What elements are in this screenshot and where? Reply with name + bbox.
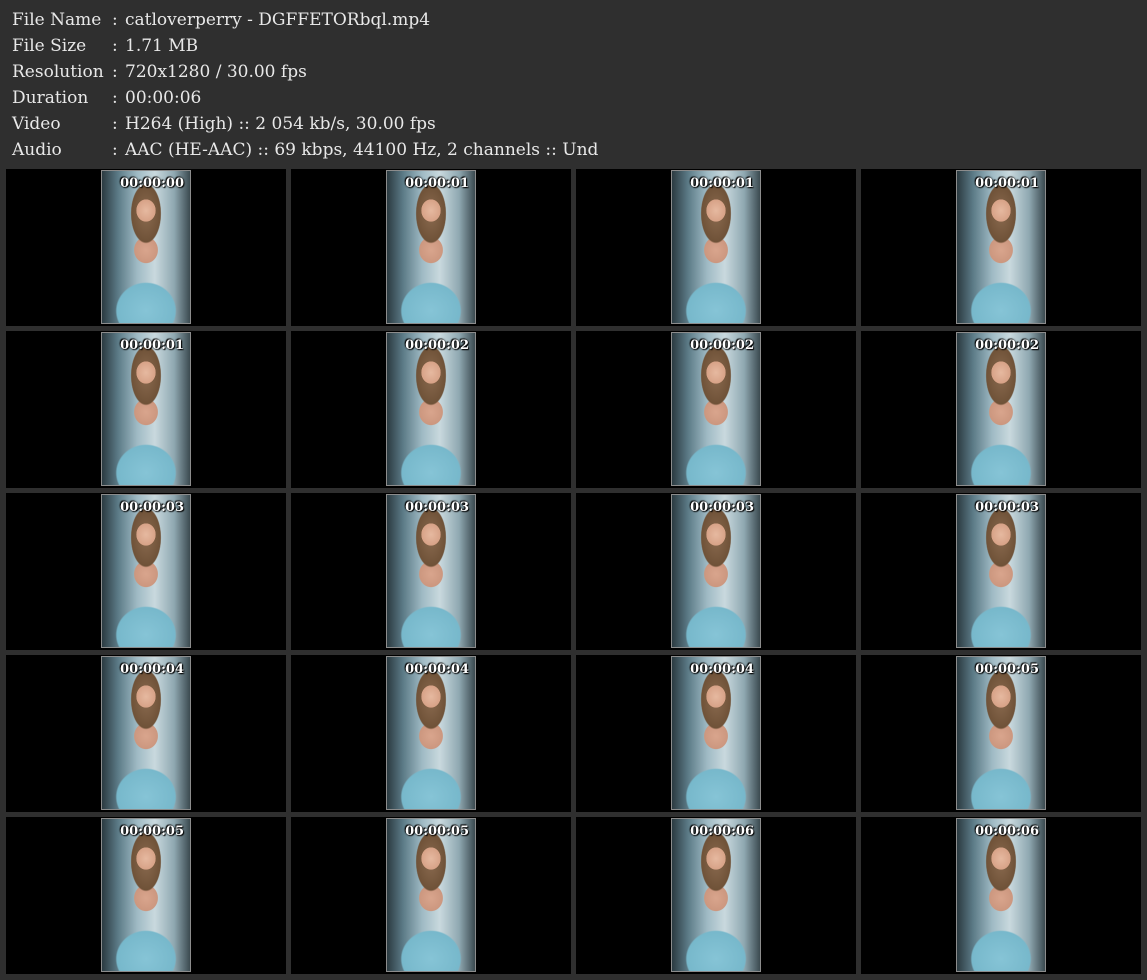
timestamp-label: 00:00:02 [690, 338, 754, 353]
thumbnail-cell[interactable]: 00:00:02 [576, 331, 856, 488]
info-value-audio: AAC (HE-AAC) :: 69 kbps, 44100 Hz, 2 cha… [125, 140, 599, 160]
timestamp-label: 00:00:04 [690, 662, 754, 677]
thumbnail-cell[interactable]: 00:00:03 [291, 493, 571, 650]
timestamp-label: 00:00:01 [975, 176, 1039, 191]
video-frame-thumbnail: 00:00:03 [101, 494, 191, 648]
video-frame-thumbnail: 00:00:04 [101, 656, 191, 810]
timestamp-label: 00:00:00 [120, 176, 184, 191]
info-label: Resolution [12, 62, 104, 82]
thumbnail-cell[interactable]: 00:00:03 [576, 493, 856, 650]
video-frame-thumbnail: 00:00:00 [101, 170, 191, 324]
info-separator: : [112, 10, 118, 30]
thumbnail-cell[interactable]: 00:00:06 [861, 817, 1141, 974]
thumbnail-cell[interactable]: 00:00:05 [861, 655, 1141, 812]
timestamp-label: 00:00:05 [120, 824, 184, 839]
timestamp-label: 00:00:02 [975, 338, 1039, 353]
video-frame-thumbnail: 00:00:03 [671, 494, 761, 648]
timestamp-label: 00:00:04 [120, 662, 184, 677]
thumbnail-cell[interactable]: 00:00:02 [861, 331, 1141, 488]
timestamp-label: 00:00:03 [120, 500, 184, 515]
timestamp-label: 00:00:03 [690, 500, 754, 515]
thumbnail-cell[interactable]: 00:00:06 [576, 817, 856, 974]
info-separator: : [112, 36, 118, 56]
info-separator: : [112, 88, 118, 108]
timestamp-label: 00:00:01 [405, 176, 469, 191]
info-label: Audio [12, 140, 62, 160]
info-label: Video [12, 114, 61, 134]
video-frame-thumbnail: 00:00:01 [386, 170, 476, 324]
info-row-audio: Audio : AAC (HE-AAC) :: 69 kbps, 44100 H… [12, 137, 1132, 163]
info-separator: : [112, 114, 118, 134]
info-value-file-name: catloverperry - DGFFETORbql.mp4 [125, 10, 431, 30]
video-frame-thumbnail: 00:00:05 [386, 818, 476, 972]
timestamp-label: 00:00:06 [690, 824, 754, 839]
thumbnail-cell[interactable]: 00:00:01 [291, 169, 571, 326]
thumbnail-cell[interactable]: 00:00:02 [291, 331, 571, 488]
info-label: File Size [12, 36, 87, 56]
video-frame-thumbnail: 00:00:04 [671, 656, 761, 810]
thumbnail-cell[interactable]: 00:00:05 [6, 817, 286, 974]
thumbnail-cell[interactable]: 00:00:04 [6, 655, 286, 812]
timestamp-label: 00:00:05 [405, 824, 469, 839]
timestamp-label: 00:00:03 [405, 500, 469, 515]
thumbnail-cell[interactable]: 00:00:03 [861, 493, 1141, 650]
timestamp-label: 00:00:04 [405, 662, 469, 677]
timestamp-label: 00:00:01 [690, 176, 754, 191]
video-frame-thumbnail: 00:00:05 [101, 818, 191, 972]
info-separator: : [112, 62, 118, 82]
timestamp-label: 00:00:06 [975, 824, 1039, 839]
video-frame-thumbnail: 00:00:02 [671, 332, 761, 486]
video-frame-thumbnail: 00:00:01 [671, 170, 761, 324]
info-label: Duration [12, 88, 89, 108]
thumbnail-grid: 00:00:00 00:00:01 00:00:01 00:00:01 00:0… [6, 169, 1141, 976]
thumbnail-cell[interactable]: 00:00:04 [576, 655, 856, 812]
video-frame-thumbnail: 00:00:06 [671, 818, 761, 972]
info-value-file-size: 1.71 MB [125, 36, 199, 56]
timestamp-label: 00:00:02 [405, 338, 469, 353]
thumbnail-cell[interactable]: 00:00:01 [576, 169, 856, 326]
info-value-video: H264 (High) :: 2 054 kb/s, 30.00 fps [125, 114, 436, 134]
video-frame-thumbnail: 00:00:02 [386, 332, 476, 486]
video-frame-thumbnail: 00:00:02 [956, 332, 1046, 486]
info-label: File Name [12, 10, 102, 30]
timestamp-label: 00:00:01 [120, 338, 184, 353]
info-row-file-size: File Size : 1.71 MB [12, 33, 1132, 59]
video-frame-thumbnail: 00:00:01 [101, 332, 191, 486]
info-value-duration: 00:00:06 [125, 88, 202, 108]
thumbnail-cell[interactable]: 00:00:00 [6, 169, 286, 326]
thumbnail-cell[interactable]: 00:00:03 [6, 493, 286, 650]
thumbnail-cell[interactable]: 00:00:01 [6, 331, 286, 488]
thumbnail-cell[interactable]: 00:00:04 [291, 655, 571, 812]
video-frame-thumbnail: 00:00:03 [956, 494, 1046, 648]
info-value-resolution: 720x1280 / 30.00 fps [125, 62, 307, 82]
info-row-duration: Duration : 00:00:06 [12, 85, 1132, 111]
timestamp-label: 00:00:05 [975, 662, 1039, 677]
video-frame-thumbnail: 00:00:06 [956, 818, 1046, 972]
video-frame-thumbnail: 00:00:05 [956, 656, 1046, 810]
info-separator: : [112, 140, 118, 160]
thumbnail-cell[interactable]: 00:00:05 [291, 817, 571, 974]
media-info-panel: File Name : catloverperry - DGFFETORbql.… [12, 7, 1132, 163]
video-frame-thumbnail: 00:00:01 [956, 170, 1046, 324]
info-row-file-name: File Name : catloverperry - DGFFETORbql.… [12, 7, 1132, 33]
timestamp-label: 00:00:03 [975, 500, 1039, 515]
info-row-video: Video : H264 (High) :: 2 054 kb/s, 30.00… [12, 111, 1132, 137]
video-frame-thumbnail: 00:00:04 [386, 656, 476, 810]
video-frame-thumbnail: 00:00:03 [386, 494, 476, 648]
thumbnail-cell[interactable]: 00:00:01 [861, 169, 1141, 326]
info-row-resolution: Resolution : 720x1280 / 30.00 fps [12, 59, 1132, 85]
